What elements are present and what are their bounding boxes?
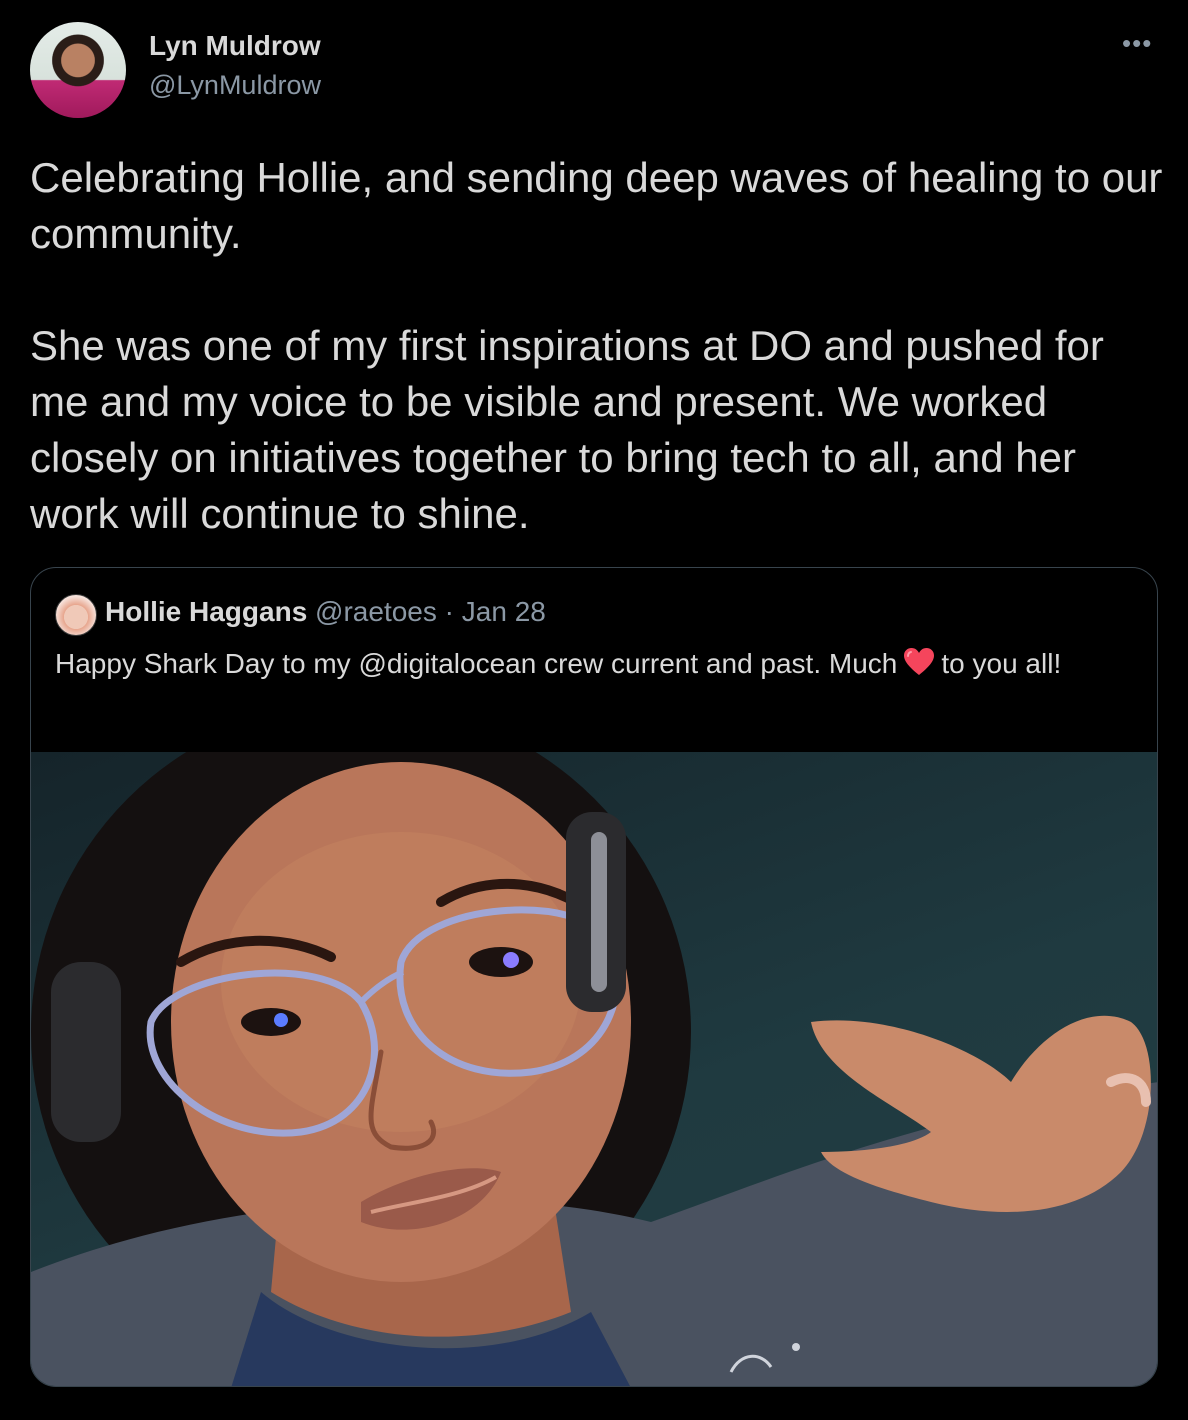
quoted-author-avatar[interactable] <box>55 594 97 636</box>
author-avatar[interactable] <box>30 22 126 118</box>
tweet-paragraph: Celebrating Hollie, and sending deep wav… <box>30 154 1175 257</box>
quoted-author-handle[interactable]: @raetoes <box>315 596 437 627</box>
photo-illustration <box>31 752 1157 1386</box>
quoted-tweet[interactable]: Hollie Haggans @raetoes · Jan 28 Happy S… <box>30 567 1158 1387</box>
red-heart-icon <box>903 647 935 677</box>
quoted-tweet-header: Hollie Haggans @raetoes · Jan 28 <box>105 596 546 628</box>
more-options-icon[interactable]: ••• <box>1122 28 1152 59</box>
separator: · <box>444 596 454 627</box>
tweet: Lyn Muldrow @LynMuldrow ••• Celebrating … <box>0 0 1188 1420</box>
quoted-date[interactable]: Jan 28 <box>462 596 546 627</box>
quoted-text-end: to you all! <box>941 648 1062 679</box>
quoted-text-start: Happy Shark Day to my @digitalocean crew… <box>55 648 898 679</box>
tweet-text: Celebrating Hollie, and sending deep wav… <box>30 150 1170 598</box>
quoted-author-name[interactable]: Hollie Haggans <box>105 596 307 627</box>
tweet-paragraph: She was one of my first inspirations at … <box>30 322 1116 537</box>
author-name[interactable]: Lyn Muldrow <box>149 30 321 62</box>
author-handle[interactable]: @LynMuldrow <box>149 70 321 101</box>
selfie-photo[interactable] <box>31 752 1157 1386</box>
quoted-tweet-text: Happy Shark Day to my @digitalocean crew… <box>55 644 1115 684</box>
